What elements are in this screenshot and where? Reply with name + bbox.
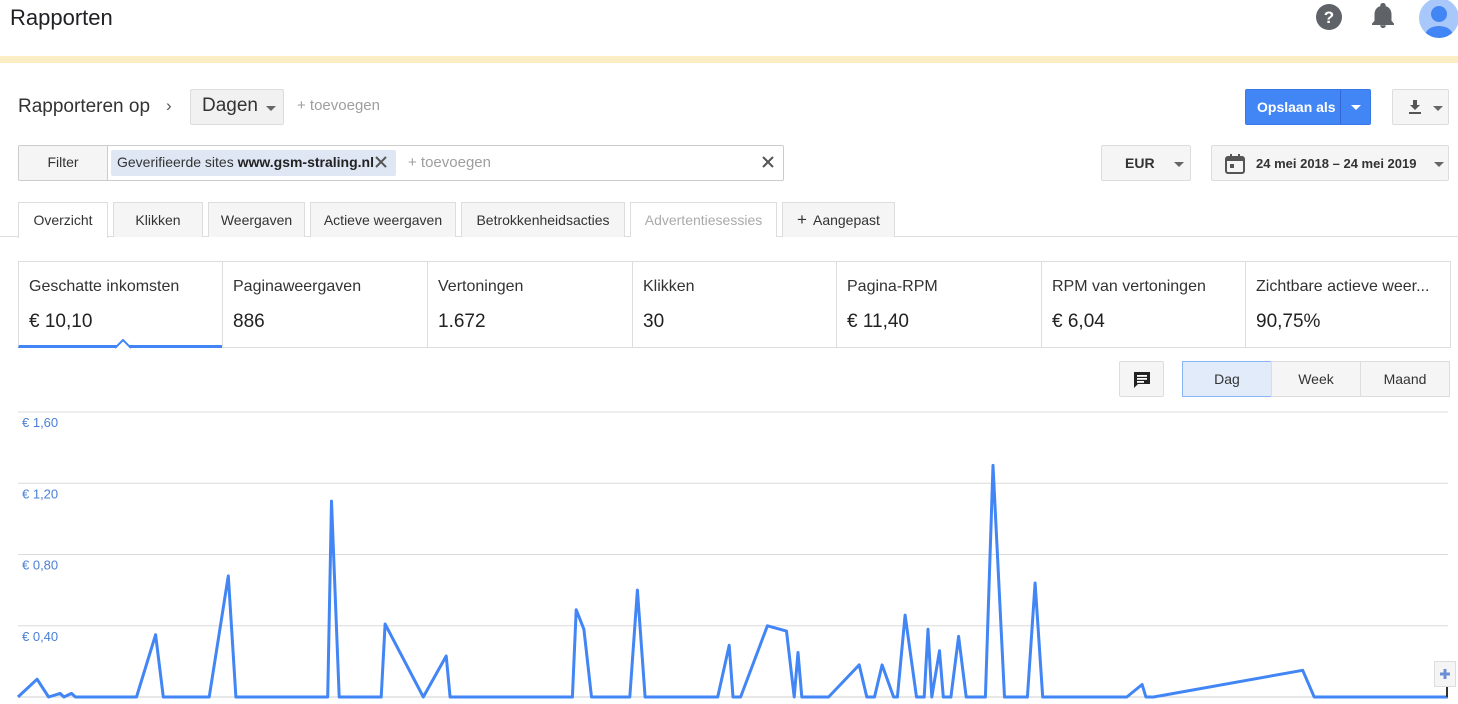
metric-value: € 11,40 bbox=[847, 311, 909, 332]
tab-klikken[interactable]: Klikken bbox=[113, 202, 203, 237]
date-range-value: 24 mei 2018 – 24 mei 2019 bbox=[1256, 156, 1417, 171]
tab-actieve-weergaven[interactable]: Actieve weergaven bbox=[310, 202, 456, 237]
granularity-week-button[interactable]: Week bbox=[1271, 361, 1361, 397]
tab-aangepast[interactable]: + Aangepast bbox=[782, 202, 895, 237]
currency-value: EUR bbox=[1125, 155, 1155, 171]
user-silhouette-icon bbox=[1425, 6, 1453, 38]
earnings-series-line bbox=[16, 463, 1448, 699]
chevron-right-icon: › bbox=[166, 96, 172, 115]
filter-chip-value: www.gsm-straling.nl bbox=[237, 154, 374, 170]
tab-aangepast-label: Aangepast bbox=[812, 212, 880, 228]
tab-weergaven[interactable]: Weergaven bbox=[208, 202, 305, 237]
dimension-select[interactable]: Dagen bbox=[190, 89, 284, 125]
metric-estimated-earnings[interactable]: Geschatte inkomsten € 10,10 bbox=[18, 261, 223, 348]
user-avatar[interactable] bbox=[1419, 0, 1458, 38]
y-tick-label: € 0,40 bbox=[22, 629, 58, 644]
add-filter-input[interactable]: + toevoegen bbox=[408, 154, 491, 171]
metric-page-rpm[interactable]: Pagina-RPM € 11,40 bbox=[836, 261, 1042, 348]
svg-text:?: ? bbox=[1324, 8, 1334, 27]
metric-page-views[interactable]: Paginaweergaven 886 bbox=[222, 261, 428, 348]
metric-name: RPM van vertoningen bbox=[1052, 278, 1206, 295]
metric-active-view-viewable[interactable]: Zichtbare actieve weer... 90,75% bbox=[1245, 261, 1451, 348]
metric-value: 90,75% bbox=[1256, 311, 1321, 332]
currency-select[interactable]: EUR bbox=[1101, 145, 1191, 181]
y-tick-label: € 1,60 bbox=[22, 415, 58, 430]
filter-bar: Filter Geverifieerde sites www.gsm-stral… bbox=[18, 145, 784, 181]
app-title: Rapporten bbox=[10, 5, 113, 30]
save-as-label: Opslaan als bbox=[1257, 99, 1336, 115]
report-on-label: Rapporteren op bbox=[18, 96, 151, 117]
add-dimension-link[interactable]: + toevoegen bbox=[297, 97, 380, 114]
download-icon bbox=[1409, 100, 1421, 114]
metric-impression-rpm[interactable]: RPM van vertoningen € 6,04 bbox=[1041, 261, 1247, 348]
dimension-select-value: Dagen bbox=[202, 95, 258, 116]
plus-icon: + bbox=[797, 210, 807, 229]
button-divider bbox=[1340, 90, 1341, 124]
metric-value: 30 bbox=[643, 311, 665, 332]
metric-name: Geschatte inkomsten bbox=[29, 278, 180, 295]
granularity-day-button[interactable]: Dag bbox=[1182, 361, 1272, 397]
y-tick-label: € 1,20 bbox=[22, 486, 58, 501]
tab-overzicht[interactable]: Overzicht bbox=[18, 202, 108, 238]
metric-value: € 10,10 bbox=[29, 311, 93, 332]
filter-chip-prefix: Geverifieerde sites bbox=[117, 154, 238, 170]
top-bar: Rapporten ? bbox=[0, 0, 1458, 56]
metric-name: Pagina-RPM bbox=[847, 278, 938, 295]
chevron-down-icon bbox=[1174, 162, 1184, 167]
metric-clicks[interactable]: Klikken 30 bbox=[632, 261, 838, 348]
save-as-dropdown-icon[interactable] bbox=[1351, 105, 1361, 110]
metric-name: Klikken bbox=[643, 278, 695, 295]
tab-betrokkenheidsacties[interactable]: Betrokkenheidsacties bbox=[461, 202, 625, 237]
clear-filters-icon[interactable] bbox=[760, 154, 776, 170]
y-tick-label: € 0,80 bbox=[22, 558, 58, 573]
download-button[interactable] bbox=[1392, 89, 1449, 125]
chevron-down-icon bbox=[1433, 106, 1443, 111]
date-range-picker[interactable]: 24 mei 2018 – 24 mei 2019 bbox=[1211, 145, 1449, 181]
chevron-down-icon bbox=[266, 106, 276, 111]
save-as-button[interactable]: Opslaan als bbox=[1245, 89, 1371, 125]
calendar-icon bbox=[1225, 154, 1245, 174]
metric-value: 1.672 bbox=[438, 311, 486, 332]
active-metric-indicator bbox=[115, 339, 131, 349]
earnings-line-chart: € 0,40 € 0,80 € 1,20 € 1,60 bbox=[16, 411, 1448, 699]
metric-name: Vertoningen bbox=[438, 278, 524, 295]
remove-filter-icon[interactable] bbox=[374, 155, 388, 169]
metric-impressions[interactable]: Vertoningen 1.672 bbox=[427, 261, 633, 348]
chart-zoom-button[interactable] bbox=[1434, 661, 1456, 687]
filter-button[interactable]: Filter bbox=[19, 146, 108, 180]
notifications-bell-icon[interactable] bbox=[1369, 3, 1397, 31]
filter-chip[interactable]: Geverifieerde sites www.gsm-straling.nl bbox=[111, 150, 396, 176]
metric-name: Zichtbare actieve weer... bbox=[1256, 278, 1430, 295]
help-icon[interactable]: ? bbox=[1315, 3, 1343, 31]
metric-name: Paginaweergaven bbox=[233, 278, 362, 295]
tab-advertentiesessies: Advertentiesessies bbox=[630, 202, 777, 237]
comment-icon bbox=[1134, 372, 1150, 388]
granularity-month-button[interactable]: Maand bbox=[1360, 361, 1450, 397]
annotations-button[interactable] bbox=[1119, 361, 1164, 397]
metric-value: 886 bbox=[233, 311, 265, 332]
chevron-down-icon bbox=[1434, 162, 1444, 167]
notice-strip bbox=[0, 56, 1458, 63]
metric-value: € 6,04 bbox=[1052, 311, 1105, 332]
plus-icon bbox=[1440, 669, 1450, 679]
